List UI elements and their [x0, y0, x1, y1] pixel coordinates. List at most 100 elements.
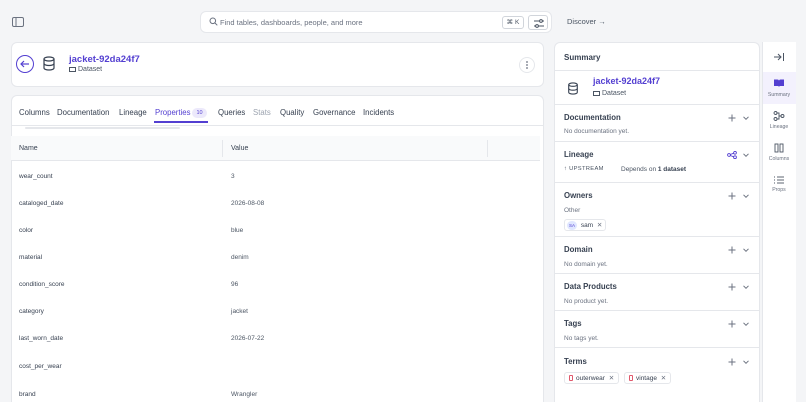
divider: [554, 273, 760, 274]
data-products-empty: No product yet.: [564, 298, 609, 305]
list-icon[interactable]: [773, 175, 785, 185]
property-name: brand: [19, 391, 36, 398]
property-name: category: [19, 308, 44, 315]
close-icon[interactable]: ✕: [597, 222, 602, 229]
scroll-stub: [25, 127, 180, 129]
rail-item-summary[interactable]: [763, 72, 796, 104]
rail-label-columns[interactable]: Columns: [762, 156, 796, 162]
tab-documentation[interactable]: Documentation: [57, 108, 109, 117]
table-row[interactable]: last_worn_date 2026-07-22: [11, 325, 540, 352]
table-row[interactable]: material denim: [11, 244, 540, 271]
property-value: jacket: [231, 308, 248, 315]
add-data-product-icon[interactable]: [728, 283, 736, 291]
divider: [554, 347, 760, 348]
chevron-down-icon[interactable]: [742, 114, 750, 122]
add-documentation-icon[interactable]: [728, 114, 736, 122]
property-name: last_worn_date: [19, 335, 64, 342]
arrow-left-icon: [20, 60, 29, 68]
column-separator: [487, 140, 488, 157]
owners-group-label: Other: [564, 207, 581, 214]
term-label: vintage: [636, 375, 657, 382]
table-row[interactable]: category jacket: [11, 298, 540, 325]
tags-section-title: Tags: [564, 319, 582, 328]
term-icon: [629, 375, 633, 382]
domain-empty: No domain yet.: [564, 261, 608, 268]
chevron-down-icon[interactable]: [742, 192, 750, 200]
search-icon: [209, 17, 218, 26]
table-row[interactable]: brand Wrangler: [11, 381, 540, 402]
property-value: blue: [231, 227, 244, 234]
chevron-down-icon[interactable]: [742, 320, 750, 328]
table-row[interactable]: condition_score 96: [11, 271, 540, 298]
chevron-down-icon[interactable]: [742, 151, 750, 159]
collapse-panel-icon[interactable]: [773, 52, 785, 62]
table-row[interactable]: cataloged_date 2026-08-08: [11, 190, 540, 217]
discover-link[interactable]: Discover →: [567, 17, 606, 26]
sliders-icon: [534, 19, 544, 28]
tab-queries[interactable]: Queries: [218, 108, 245, 117]
tab-columns[interactable]: Columns: [19, 108, 50, 117]
column-header-name[interactable]: Name: [19, 145, 38, 152]
term-chip[interactable]: vintage ✕: [624, 372, 672, 384]
tab-incidents[interactable]: Incidents: [363, 108, 394, 117]
back-button[interactable]: [16, 55, 34, 73]
data-products-section-title: Data Products: [564, 282, 617, 291]
tab-divider: [11, 125, 544, 126]
property-name: material: [19, 254, 43, 261]
lineage-depends-count[interactable]: 1 dataset: [658, 166, 686, 173]
rail-label-summary: Summary: [767, 92, 791, 98]
table-row[interactable]: cost_per_wear: [11, 353, 540, 380]
lineage-icon[interactable]: [773, 111, 785, 121]
tab-lineage[interactable]: Lineage: [119, 108, 147, 117]
divider: [554, 104, 760, 105]
add-owner-icon[interactable]: [728, 192, 736, 200]
property-value: Wrangler: [231, 391, 258, 398]
term-icon: [569, 375, 573, 382]
close-icon[interactable]: ✕: [661, 375, 666, 382]
rail-label-lineage[interactable]: Lineage: [762, 124, 796, 130]
tab-properties[interactable]: Properties: [155, 108, 191, 117]
tab-governance[interactable]: Governance: [313, 108, 355, 117]
divider: [554, 182, 760, 183]
kebab-icon: [526, 61, 528, 69]
divider: [554, 310, 760, 311]
terms-section-title: Terms: [564, 357, 587, 366]
close-icon[interactable]: ✕: [609, 375, 614, 382]
search-input[interactable]: Find tables, dashboards, people, and mor…: [220, 18, 363, 27]
sidebar-toggle-icon[interactable]: [11, 15, 25, 29]
chevron-down-icon[interactable]: [742, 358, 750, 366]
domain-section-title: Domain: [564, 245, 593, 254]
term-chip[interactable]: outerwear ✕: [564, 372, 620, 384]
entity-name[interactable]: jacket-92da24f7: [69, 54, 140, 65]
columns-icon[interactable]: [773, 143, 785, 153]
properties-count-badge: 10: [192, 108, 207, 118]
add-domain-icon[interactable]: [728, 246, 736, 254]
summary-title: Summary: [564, 53, 601, 62]
property-value: 3: [231, 173, 235, 180]
search-bar[interactable]: Find tables, dashboards, people, and mor…: [200, 11, 552, 33]
table-icon: [593, 90, 600, 96]
more-options-button[interactable]: [519, 57, 535, 73]
column-separator: [222, 140, 223, 157]
property-value: 2026-07-22: [231, 335, 265, 342]
add-term-icon[interactable]: [728, 358, 736, 366]
summary-entity-type: Dataset: [593, 90, 626, 97]
owner-chip[interactable]: SA sam ✕: [564, 219, 607, 231]
dataset-icon: [42, 56, 56, 71]
add-tag-icon[interactable]: [728, 320, 736, 328]
rail-label-props[interactable]: Props: [762, 187, 796, 193]
lineage-graph-icon[interactable]: [727, 151, 737, 159]
summary-entity-name[interactable]: jacket-92da24f7: [593, 76, 660, 86]
tab-quality[interactable]: Quality: [280, 108, 304, 117]
chevron-down-icon[interactable]: [742, 283, 750, 291]
filter-button[interactable]: [528, 15, 548, 30]
term-label: outerwear: [576, 375, 605, 382]
table-row[interactable]: color blue: [11, 217, 540, 244]
property-name: cost_per_wear: [19, 363, 62, 370]
arrow-up-icon: ↑: [564, 166, 568, 172]
column-header-value[interactable]: Value: [231, 145, 248, 152]
chevron-down-icon[interactable]: [742, 246, 750, 254]
table-row[interactable]: wear_count 3: [11, 163, 540, 190]
active-tab-indicator: [154, 121, 208, 123]
property-value: denim: [231, 254, 249, 261]
